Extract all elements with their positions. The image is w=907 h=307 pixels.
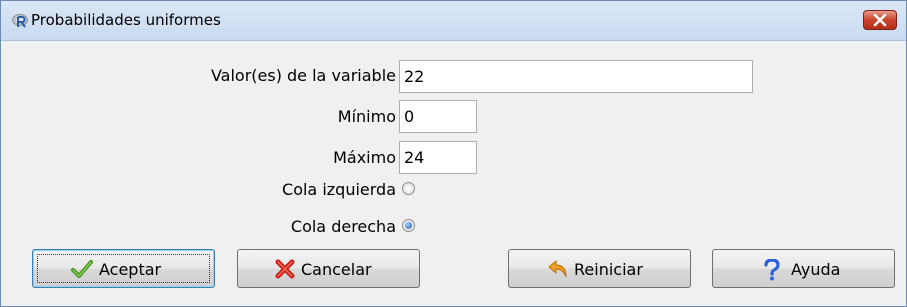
values-label: Valor(es) de la variable <box>210 66 396 85</box>
title-bar[interactable]: Probabilidades uniformes <box>1 1 906 41</box>
maximum-input[interactable] <box>399 141 477 174</box>
reset-button[interactable]: Reiniciar <box>508 249 691 288</box>
close-icon <box>873 14 887 27</box>
maximum-label: Máximo <box>333 148 396 167</box>
r-logo-icon <box>12 14 28 28</box>
accept-button[interactable]: Aceptar <box>32 249 215 288</box>
reset-label: Reiniciar <box>574 260 643 279</box>
question-mark-icon <box>764 259 780 281</box>
checkmark-icon <box>71 260 93 278</box>
left-tail-label: Cola izquierda <box>282 180 396 199</box>
undo-arrow-icon <box>548 259 567 278</box>
red-x-icon <box>275 259 295 279</box>
right-tail-label: Cola derecha <box>290 217 396 236</box>
cancel-button[interactable]: Cancelar <box>237 249 420 288</box>
right-tail-radio[interactable] <box>402 219 415 232</box>
window-title: Probabilidades uniformes <box>31 11 221 29</box>
minimum-label: Mínimo <box>337 107 396 126</box>
help-label: Ayuda <box>791 260 841 279</box>
cancel-label: Cancelar <box>301 260 372 279</box>
close-button[interactable] <box>863 10 897 30</box>
minimum-input[interactable] <box>399 100 477 133</box>
dialog-window: Probabilidades uniformes Valor(es) de la… <box>0 0 907 307</box>
values-input[interactable] <box>399 60 753 93</box>
help-button[interactable]: Ayuda <box>712 249 895 288</box>
accept-label: Aceptar <box>99 260 162 279</box>
left-tail-radio[interactable] <box>402 182 415 195</box>
